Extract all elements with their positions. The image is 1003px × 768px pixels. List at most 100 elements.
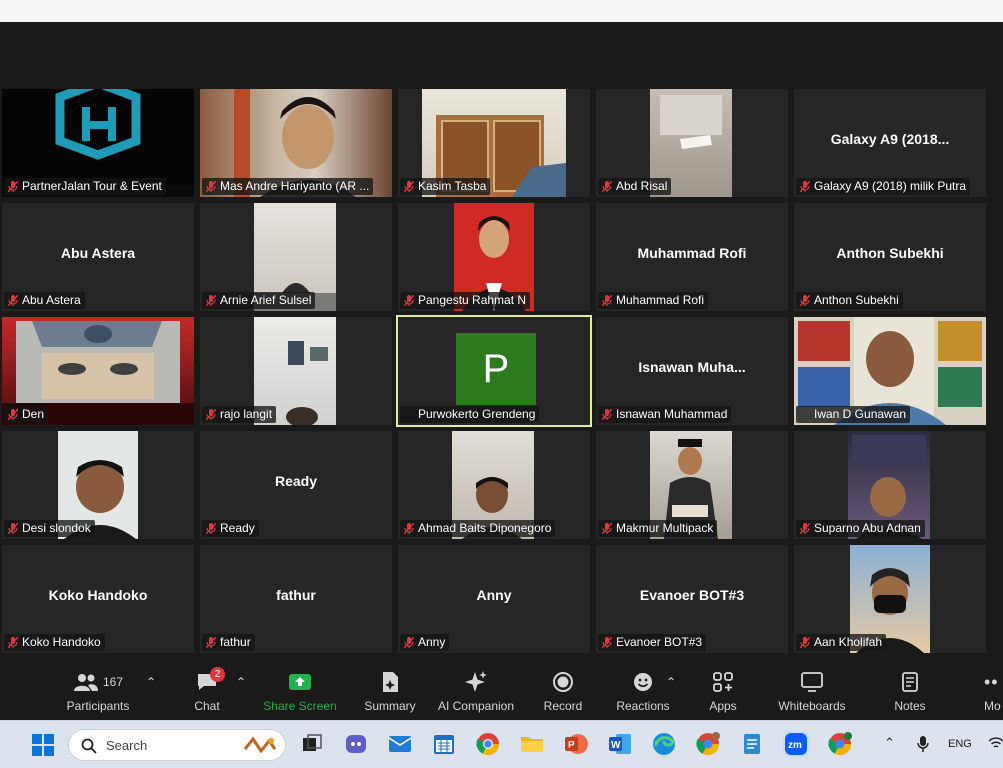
participant-name-label: fathur — [202, 634, 255, 651]
sparkle-icon — [465, 671, 487, 692]
participant-name: Pangestu Rahmat N — [418, 293, 527, 307]
participant-avatar: P — [456, 333, 536, 405]
participant-tile[interactable]: Abu Astera Abu Astera — [2, 203, 194, 311]
word-icon[interactable]: W — [608, 732, 632, 756]
microphone-muted-icon — [206, 637, 216, 648]
participant-tile[interactable]: Koko Handoko Koko Handoko — [2, 545, 194, 653]
wifi-icon[interactable] — [988, 736, 1003, 750]
participant-display-name: Muhammad Rofi — [637, 245, 747, 261]
participant-tile[interactable]: Isnawan Muha... Isnawan Muhammad — [596, 317, 788, 425]
participant-tile[interactable]: Arnie Arief Sulsel — [200, 203, 392, 311]
microphone-muted-icon — [206, 523, 216, 534]
reactions-button[interactable]: Reactions — [614, 669, 672, 713]
participant-tile[interactable]: PartnerJalan Tour & Event — [2, 89, 194, 197]
chat-button[interactable]: 2 Chat — [188, 667, 226, 713]
participants-caret-icon[interactable]: ⌃ — [146, 675, 156, 689]
chrome-notification-icon[interactable] — [828, 732, 852, 756]
chrome-profile-icon[interactable] — [696, 732, 720, 756]
copilot-icon[interactable] — [344, 732, 368, 756]
participant-tile[interactable]: Ahmad Baits Diponegoro — [398, 431, 590, 539]
microphone-icon[interactable] — [916, 735, 930, 753]
notes-icon — [902, 672, 918, 692]
participant-tile[interactable]: rajo langit — [200, 317, 392, 425]
search-icon — [81, 738, 97, 754]
participant-name: Abu Astera — [22, 293, 81, 307]
participant-tile[interactable]: Anthon Subekhi Anthon Subekhi — [794, 203, 986, 311]
microphone-muted-icon — [8, 181, 18, 192]
more-button[interactable]: •• Mo — [984, 669, 1003, 714]
participant-tile[interactable]: Desi slondok — [2, 431, 194, 539]
calendar-icon[interactable] — [432, 732, 456, 756]
microphone-muted-icon — [8, 295, 18, 306]
microphone-muted-icon — [800, 295, 810, 306]
tray-overflow-icon[interactable]: ⌃ — [884, 735, 895, 751]
participant-tile[interactable]: Muhammad Rofi Muhammad Rofi — [596, 203, 788, 311]
microphone-muted-icon — [206, 409, 216, 420]
meeting-stage: PartnerJalan Tour & Event Mas Andre Hariy… — [0, 22, 1003, 663]
microphone-muted-icon — [602, 409, 612, 420]
svg-text:P: P — [568, 740, 575, 751]
microphone-muted-icon — [8, 409, 18, 420]
taskview-icon[interactable] — [300, 732, 324, 756]
participant-name-label: Desi slondok — [4, 520, 95, 537]
share-screen-button[interactable]: Share Screen — [262, 669, 338, 713]
ai-companion-button[interactable]: AI Companion — [436, 669, 516, 713]
participants-button[interactable]: 167 Participants — [62, 669, 134, 713]
language-indicator[interactable]: ENG — [948, 738, 972, 750]
record-button[interactable]: Record — [540, 669, 586, 713]
participant-tile[interactable]: Suparno Abu Adnan — [794, 431, 986, 539]
participant-name: PartnerJalan Tour & Event — [22, 179, 162, 193]
participant-tile[interactable]: Mas Andre Hariyanto (AR ... — [200, 89, 392, 197]
participant-tile[interactable]: Kasim Tasba — [398, 89, 590, 197]
chrome-icon[interactable] — [476, 732, 500, 756]
reactions-label: Reactions — [616, 699, 670, 713]
participant-name-label: Suparno Abu Adnan — [796, 520, 925, 537]
zoom-app-icon[interactable]: zm — [782, 730, 810, 758]
participant-name-label: Abu Astera — [4, 292, 85, 309]
participants-icon — [73, 674, 98, 691]
participant-tile[interactable]: Den — [2, 317, 194, 425]
whiteboard-icon — [801, 672, 823, 692]
participant-tile[interactable]: Abd Risal — [596, 89, 788, 197]
file-explorer-icon[interactable] — [520, 732, 544, 756]
participant-display-name: Anny — [476, 587, 512, 603]
participant-display-name: Evanoer BOT#3 — [639, 587, 745, 603]
participant-name-label: PartnerJalan Tour & Event — [4, 178, 166, 195]
participant-tile[interactable]: Aan Kholifah — [794, 545, 986, 653]
participant-tile[interactable]: Ready Ready — [200, 431, 392, 539]
microphone-muted-icon — [8, 637, 18, 648]
window-top-bar — [0, 0, 1003, 22]
participant-tile[interactable]: Anny Anny — [398, 545, 590, 653]
windows-start-icon[interactable] — [32, 734, 54, 756]
microphone-muted-icon — [404, 181, 414, 192]
search-highlight-icon — [243, 736, 277, 754]
participant-tile[interactable]: Galaxy A9 (2018... Galaxy A9 (2018) milik… — [794, 89, 986, 197]
notepad-icon[interactable] — [740, 732, 764, 756]
participant-tile[interactable]: Evanoer BOT#3 Evanoer BOT#3 — [596, 545, 788, 653]
participant-name-label: rajo langit — [202, 406, 277, 423]
participant-name-label: Ahmad Baits Diponegoro — [400, 520, 556, 537]
summary-button[interactable]: Summary — [358, 669, 422, 713]
participant-tile[interactable]: Iwan D Gunawan — [794, 317, 986, 425]
apps-button[interactable]: Apps — [704, 669, 742, 713]
taskbar-search-box[interactable]: Search — [68, 729, 286, 761]
mail-icon[interactable] — [388, 732, 412, 756]
participant-name-label: Makmur Multipack — [598, 520, 718, 537]
powerpoint-icon[interactable]: P — [564, 732, 588, 756]
reactions-caret-icon[interactable]: ⌃ — [666, 675, 676, 689]
edge-icon[interactable] — [652, 732, 676, 756]
participant-tile[interactable]: P Purwokerto Grendeng — [396, 315, 592, 427]
participant-tile[interactable]: Makmur Multipack — [596, 431, 788, 539]
chat-caret-icon[interactable]: ⌃ — [236, 675, 246, 689]
more-label: Mo — [984, 699, 1001, 713]
microphone-muted-icon — [404, 295, 414, 306]
participant-tile[interactable]: fathur fathur — [200, 545, 392, 653]
participant-tile[interactable]: Pangestu Rahmat N — [398, 203, 590, 311]
notes-button[interactable]: Notes — [888, 669, 932, 713]
participant-name: Den — [22, 407, 45, 421]
whiteboards-button[interactable]: Whiteboards — [774, 669, 850, 713]
participant-name: Koko Handoko — [22, 635, 101, 649]
participant-name: Aan Kholifah — [814, 635, 883, 649]
participant-name: Ready — [220, 521, 255, 535]
participant-name: Muhammad Rofi — [616, 293, 705, 307]
